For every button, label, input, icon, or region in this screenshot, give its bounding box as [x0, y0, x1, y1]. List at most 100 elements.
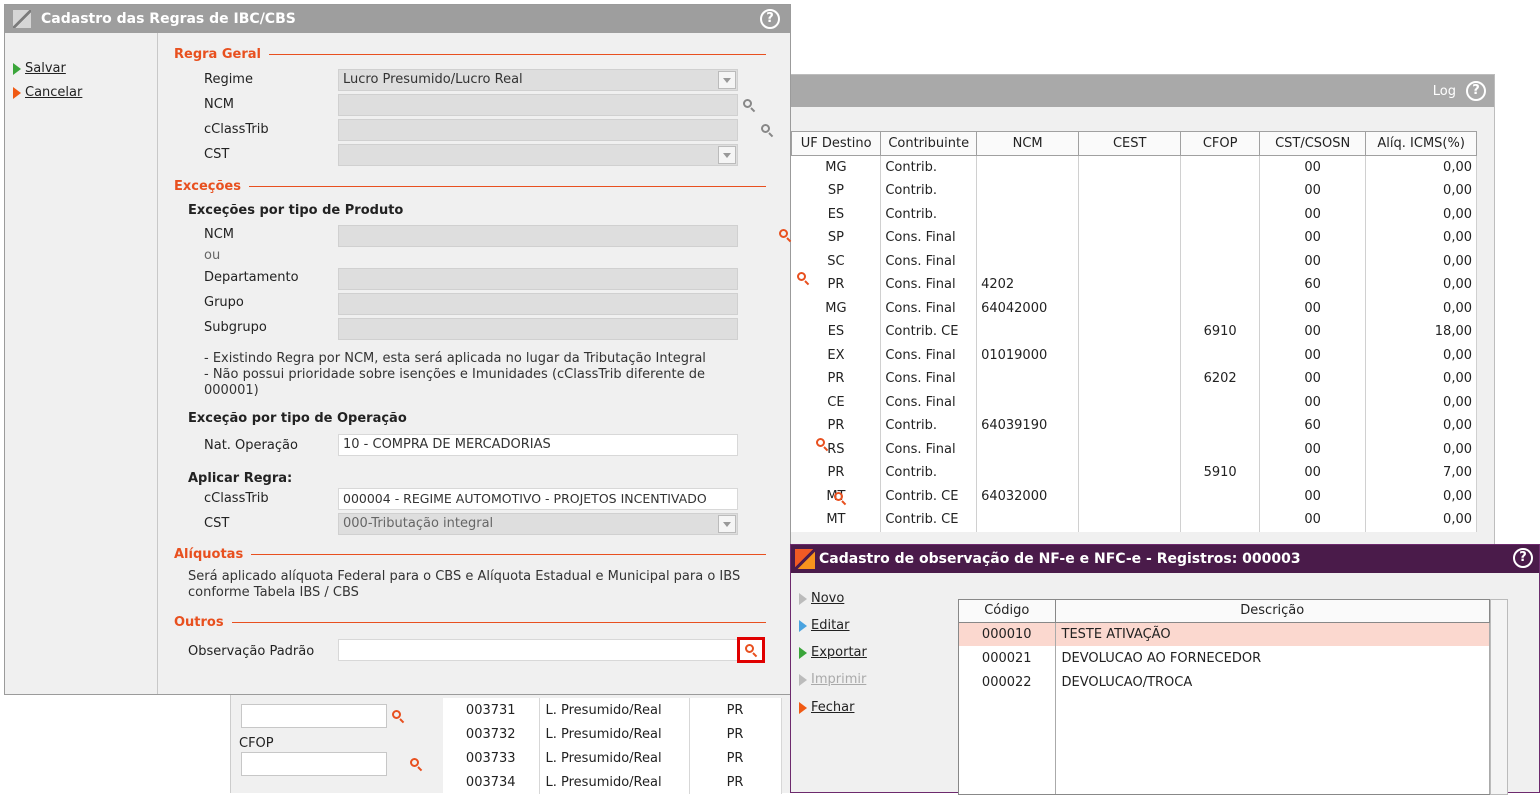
- table-row[interactable]: PR Contrib. 5910 00 7,00: [791, 461, 1477, 485]
- table-cell: DEVOLUCAO/TROCA: [1055, 670, 1490, 694]
- table-row[interactable]: 000022 DEVOLUCAO/TROCA: [959, 670, 1490, 694]
- scrollbar[interactable]: [1490, 599, 1508, 795]
- table-cell: Cons. Final: [880, 343, 978, 367]
- observacao-search-button[interactable]: [737, 637, 765, 663]
- cfop-filter-label: CFOP: [239, 736, 274, 751]
- section-regra-geral: Regra Geral: [174, 47, 766, 62]
- search-icon[interactable]: [815, 437, 829, 452]
- table-row[interactable]: RS Cons. Final 00 0,00: [791, 437, 1477, 461]
- help-icon[interactable]: ?: [760, 9, 780, 29]
- search-icon[interactable]: [796, 271, 810, 286]
- table-row[interactable]: 000010 TESTE ATIVAÇÃO: [959, 622, 1490, 646]
- table-row[interactable]: 003732 L. Presumido/Real PR: [443, 722, 782, 746]
- cclasstrib-input[interactable]: [338, 119, 738, 141]
- search-icon[interactable]: [391, 709, 405, 724]
- column-header-codigo[interactable]: Código: [959, 600, 1056, 623]
- fechar-button[interactable]: Fechar: [799, 700, 854, 715]
- column-header[interactable]: UF Destino: [790, 131, 882, 156]
- table-row[interactable]: 003731 L. Presumido/Real PR: [443, 698, 782, 722]
- table-row[interactable]: SC Cons. Final 00 0,00: [791, 249, 1477, 273]
- table-row[interactable]: 000021 DEVOLUCAO AO FORNECEDOR: [959, 646, 1490, 670]
- table-cell: [976, 367, 1080, 391]
- priority-note: - Não possui prioridade sobre isenções e…: [204, 367, 705, 398]
- subgrupo-input[interactable]: [338, 318, 738, 340]
- table-cell: Cons. Final: [880, 249, 978, 273]
- imprimir-button[interactable]: Imprimir: [799, 672, 866, 687]
- cfop-filter-input[interactable]: [241, 752, 387, 776]
- column-header[interactable]: Contribuinte: [880, 131, 978, 156]
- ibs-cbs-rules-window: Cadastro das Regras de IBC/CBS ? Salvar …: [4, 4, 846, 695]
- consulta-window: CFOP 003731 L. Presumido/Real PR 003732 L. P…: [230, 680, 790, 794]
- cest-filter-input[interactable]: [241, 704, 387, 728]
- table-cell: 003731: [443, 698, 540, 722]
- salvar-button[interactable]: Salvar: [13, 61, 66, 76]
- log-link[interactable]: Log: [1433, 84, 1456, 99]
- departamento-input[interactable]: [338, 268, 738, 290]
- table-cell: [1180, 508, 1260, 532]
- table-cell: SC: [791, 249, 882, 273]
- table-cell: 00: [1259, 343, 1367, 367]
- nat-operacao-input[interactable]: 10 - COMPRA DE MERCADORIAS: [338, 434, 738, 456]
- table-cell: 0,00: [1365, 179, 1477, 203]
- table-row[interactable]: PR Contrib. 64039190 60 0,00: [791, 414, 1477, 438]
- column-header[interactable]: Alíq. ICMS(%): [1365, 131, 1477, 156]
- table-row[interactable]: 003734 L. Presumido/Real PR: [443, 770, 782, 794]
- table-cell: 0,00: [1365, 226, 1477, 250]
- table-cell: Contrib. CE: [880, 508, 978, 532]
- table-row[interactable]: MT Contrib. CE 64032000 00 0,00: [791, 484, 1477, 508]
- novo-button[interactable]: Novo: [799, 591, 844, 606]
- grupo-input[interactable]: [338, 293, 738, 315]
- table-row[interactable]: EX Cons. Final 01019000 00 0,00: [791, 343, 1477, 367]
- exportar-button[interactable]: Exportar: [799, 645, 867, 660]
- help-icon[interactable]: ?: [1513, 548, 1533, 568]
- table-row[interactable]: MG Contrib. 00 0,00: [791, 155, 1477, 179]
- search-icon[interactable]: [409, 757, 423, 772]
- cancelar-button[interactable]: Cancelar: [13, 85, 82, 100]
- search-icon[interactable]: [833, 491, 847, 506]
- aplicar-cst-select[interactable]: 000-Tributação integral: [338, 513, 738, 535]
- table-row[interactable]: MT Contrib. CE 00 0,00: [791, 508, 1477, 532]
- table-row[interactable]: PR Cons. Final 6202 00 0,00: [791, 367, 1477, 391]
- section-aliquotas: Alíquotas: [174, 547, 766, 562]
- table-row[interactable]: MG Cons. Final 64042000 00 0,00: [791, 296, 1477, 320]
- chevron-down-icon[interactable]: [718, 71, 736, 89]
- table-cell: Contrib.: [880, 179, 978, 203]
- table-cell: [1078, 437, 1182, 461]
- cst-select[interactable]: [338, 144, 738, 166]
- search-icon[interactable]: [778, 228, 792, 243]
- table-cell: [1180, 249, 1260, 273]
- column-header[interactable]: CFOP: [1180, 131, 1260, 156]
- nat-operacao-label: Nat. Operação: [204, 438, 298, 453]
- help-icon[interactable]: ?: [1466, 81, 1486, 101]
- table-cell: [1180, 202, 1260, 226]
- table-cell: [1078, 343, 1182, 367]
- table-row[interactable]: 003733 L. Presumido/Real PR: [443, 746, 782, 770]
- table-row[interactable]: ES Contrib. 00 0,00: [791, 202, 1477, 226]
- column-header[interactable]: NCM: [976, 131, 1080, 156]
- table-cell: 0,00: [1365, 390, 1477, 414]
- regime-label: Regime: [204, 72, 253, 87]
- table-cell: 00: [1259, 320, 1367, 344]
- table-row[interactable]: CE Cons. Final 00 0,00: [791, 390, 1477, 414]
- column-header-descricao[interactable]: Descrição: [1055, 600, 1490, 623]
- column-header[interactable]: CEST: [1078, 131, 1182, 156]
- table-row[interactable]: SP Cons. Final 00 0,00: [791, 226, 1477, 250]
- exc-ncm-input[interactable]: [338, 225, 738, 247]
- column-header[interactable]: CST/CSOSN: [1258, 131, 1367, 156]
- editar-button[interactable]: Editar: [799, 618, 850, 633]
- aplicar-cclasstrib-input[interactable]: 000004 - REGIME AUTOMOTIVO - PROJETOS IN…: [338, 488, 738, 510]
- table-row[interactable]: SP Contrib. 00 0,00: [791, 179, 1477, 203]
- search-icon[interactable]: [742, 98, 756, 113]
- chevron-down-icon[interactable]: [718, 146, 736, 164]
- table-cell: Contrib.: [880, 202, 978, 226]
- play-icon: [13, 86, 21, 99]
- table-row[interactable]: PR Cons. Final 4202 60 0,00: [791, 273, 1477, 297]
- regime-select[interactable]: Lucro Presumido/Lucro Real: [338, 69, 738, 91]
- ncm-input[interactable]: [338, 94, 738, 116]
- table-cell: DEVOLUCAO AO FORNECEDOR: [1055, 646, 1490, 670]
- search-icon[interactable]: [760, 123, 774, 138]
- observacao-padrao-input[interactable]: [338, 639, 738, 661]
- table-cell: 00: [1259, 508, 1367, 532]
- table-row[interactable]: ES Contrib. CE 6910 00 18,00: [791, 320, 1477, 344]
- chevron-down-icon[interactable]: [718, 515, 736, 533]
